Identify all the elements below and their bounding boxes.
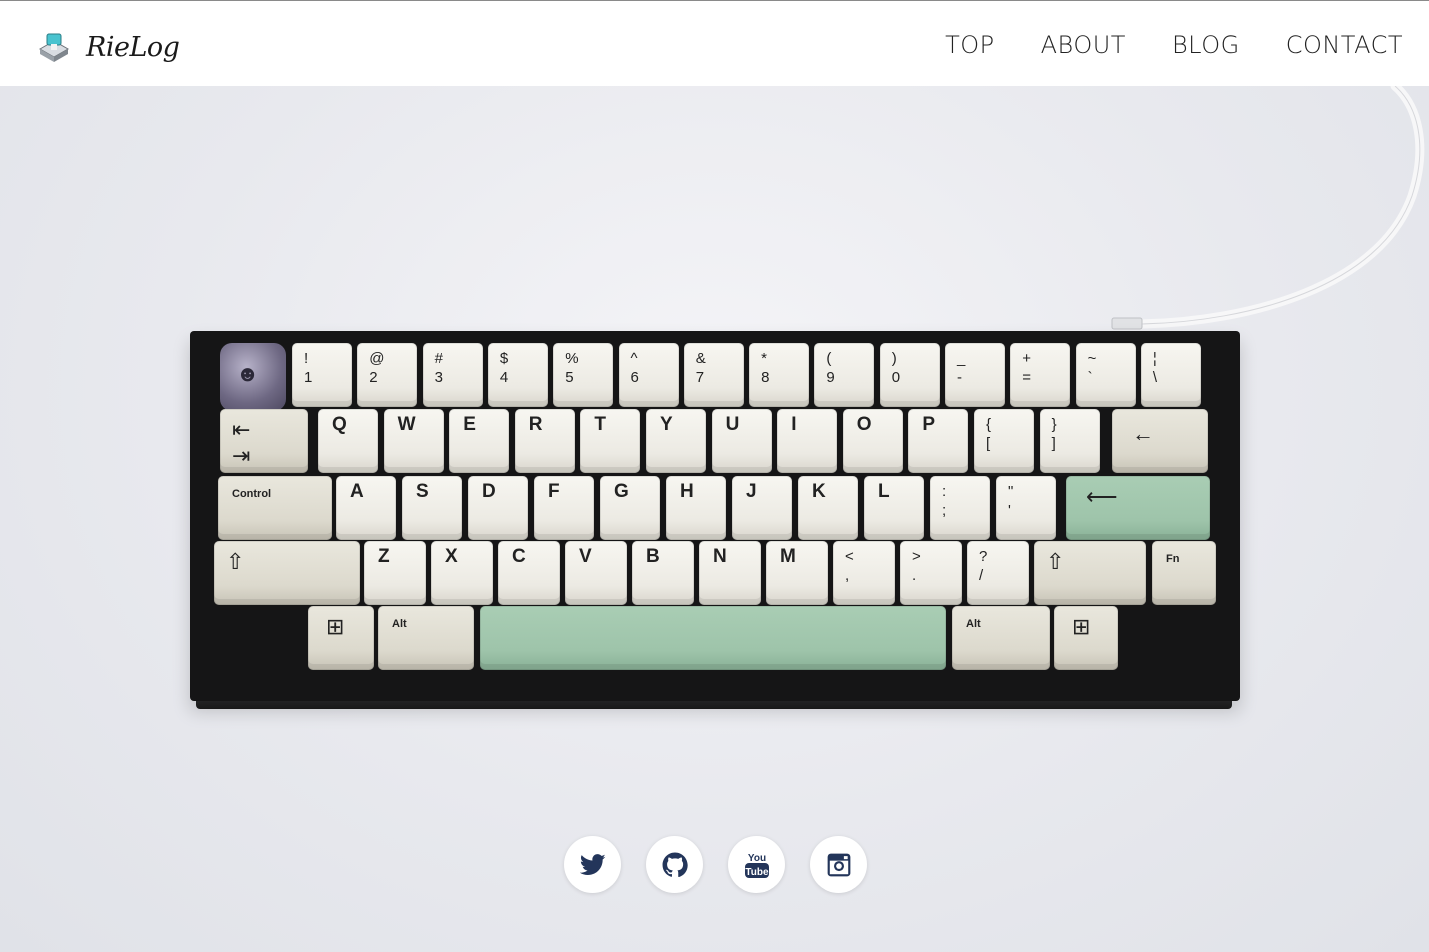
nav-blog[interactable]: BLOG [1172,31,1240,59]
key-u: U [711,409,772,473]
key-t: T [580,409,641,473]
key-v: V [565,541,627,605]
key-punct4-2: >. [900,541,962,605]
key-r: R [514,409,575,473]
key-right-win: ⊞ [1054,606,1118,670]
key-enter: ⟵ [1066,476,1210,540]
svg-text:Tube: Tube [745,867,769,878]
key-s: S [402,476,462,540]
key-x: X [431,541,493,605]
key-p: P [908,409,969,473]
key-row1-1: ! 1 [292,343,352,407]
key-row1-8: * 8 [749,343,810,407]
shift-icon: ⇧ [1046,549,1065,574]
key-left-win: ⊞ [308,606,374,670]
twitter-icon [579,853,606,875]
key-z: Z [364,541,426,605]
svg-text:You: You [747,853,765,864]
key-bracket-2: }] [1039,409,1100,473]
key-right-shift: ⇧ [1034,541,1146,605]
key-l: L [864,476,924,540]
twitter-link[interactable] [564,836,621,893]
key-row1-6: ^ 6 [618,343,679,407]
key-row1-3: #3 [422,343,483,407]
main-nav: TOP ABOUT BLOG CONTACT [945,31,1403,59]
key-m: M [766,541,828,605]
shift-icon: ⇧ [226,549,245,574]
key-h: H [666,476,726,540]
key-tab: ⇤ ⇥ [220,409,308,473]
instagram-link[interactable] [810,836,867,893]
github-icon [662,852,688,877]
key-d: D [468,476,528,540]
tab-icon: ⇤ ⇥ [232,417,251,468]
site-header: RieLog TOP ABOUT BLOG CONTACT [0,0,1429,86]
key-row1-7: & 7 [683,343,744,407]
key-row1-2: @2 [357,343,418,407]
key-punct4-3: ? / [967,541,1029,605]
social-links: You Tube [564,836,867,893]
nav-top[interactable]: TOP [945,31,995,59]
key-punct3-1: :; [930,476,990,540]
key-k: K [798,476,858,540]
key-left-shift: ⇧ [214,541,360,605]
artisan-keycap-icon: ☻ [220,343,286,411]
windows-logo-icon: ⊞ [326,614,345,639]
key-row1-14: ¦ \ [1140,343,1201,407]
key-e: E [449,409,510,473]
key-control: Control [218,476,332,540]
key-row1-11: _ - [945,343,1005,407]
key-fn: Fn [1152,541,1216,605]
enter-arrow-icon: ⟵ [1086,484,1118,509]
key-row1-10: ) 0 [879,343,940,407]
key-row1-9: (9 [814,343,875,407]
youtube-link[interactable]: You Tube [728,836,785,893]
windows-logo-icon: ⊞ [1072,614,1091,639]
key-row1-13: ~ ` [1075,343,1136,407]
key-j: J [732,476,792,540]
key-right-alt: Alt [952,606,1050,670]
key-spacebar [480,606,946,670]
key-b: B [632,541,694,605]
youtube-icon: You Tube [744,853,769,878]
key-row1-12: + = [1010,343,1071,407]
key-row1-4: $4 [487,343,548,407]
key-y: Y [646,409,706,473]
keyboard: ☻ ⇤ ⇥ ← Control ⟵ ⇧ ⇧ Fn ⊞ Alt Alt ⊞ ! 1 @2… [190,331,1240,709]
key-punct4-1: <, [833,541,895,605]
instagram-icon [827,853,850,876]
key-row1-5: % 5 [553,343,614,407]
nav-contact[interactable]: CONTACT [1286,31,1403,59]
key-bracket-1: {[ [974,409,1034,473]
key-w: W [383,409,444,473]
brand-name: RieLog [86,31,180,63]
nav-about[interactable]: ABOUT [1041,31,1126,59]
key-a: A [336,476,396,540]
key-punct3-2: " ' [996,476,1056,540]
key-q: Q [318,409,378,473]
key-backspace: ← [1112,409,1208,473]
key-left-alt: Alt [378,606,474,670]
key-n: N [699,541,761,605]
keyswitch-icon [38,33,70,62]
github-link[interactable] [646,836,703,893]
key-f: F [534,476,594,540]
backspace-arrow-icon: ← [1132,421,1154,446]
key-o: O [842,409,903,473]
site-logo[interactable]: RieLog [36,29,180,65]
key-g: G [600,476,660,540]
hero-image: ☻ ⇤ ⇥ ← Control ⟵ ⇧ ⇧ Fn ⊞ Alt Alt ⊞ ! 1 @2… [0,86,1429,952]
key-c: C [498,541,560,605]
key-i: I [777,409,838,473]
